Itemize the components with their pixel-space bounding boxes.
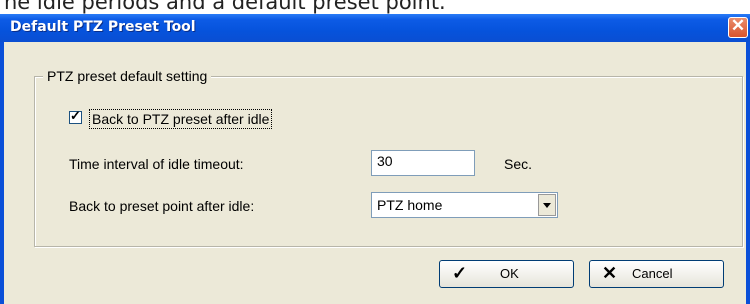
- preset-settings-group: PTZ preset default setting ✓ Back to PTZ…: [34, 68, 743, 247]
- chevron-down-icon: [543, 203, 551, 208]
- close-icon: ✕: [730, 16, 746, 35]
- dialog-body: PTZ preset default setting ✓ Back to PTZ…: [4, 42, 746, 304]
- window-title: Default PTZ Preset Tool: [10, 19, 196, 35]
- checkmark-icon: ✓: [70, 108, 81, 123]
- group-legend: PTZ preset default setting: [43, 68, 212, 84]
- caption-text: he idle periods and a default preset poi…: [4, 0, 446, 14]
- close-button[interactable]: ✕: [728, 16, 748, 38]
- ok-label: OK: [500, 266, 519, 281]
- back-to-preset-label[interactable]: Back to PTZ preset after idle: [89, 109, 273, 129]
- title-bar[interactable]: Default PTZ Preset Tool ✕: [0, 14, 750, 42]
- cancel-button[interactable]: ✕ Cancel: [589, 260, 724, 288]
- cancel-label: Cancel: [632, 266, 673, 281]
- dialog-window: Default PTZ Preset Tool ✕ PTZ preset def…: [0, 14, 750, 304]
- checkmark-icon: ✓: [452, 263, 468, 283]
- back-to-preset-checkbox[interactable]: ✓: [69, 108, 82, 124]
- preset-point-dropdown[interactable]: PTZ home: [371, 192, 558, 218]
- preset-point-value: PTZ home: [377, 197, 443, 213]
- ok-button[interactable]: ✓ OK: [439, 260, 574, 288]
- idle-timeout-unit: Sec.: [504, 156, 533, 172]
- dropdown-arrow-button[interactable]: [538, 194, 556, 216]
- x-icon: ✕: [602, 263, 618, 283]
- idle-timeout-label: Time interval of idle timeout:: [69, 156, 244, 172]
- preset-point-label: Back to preset point after idle:: [69, 198, 255, 214]
- idle-timeout-input[interactable]: 30: [371, 150, 475, 176]
